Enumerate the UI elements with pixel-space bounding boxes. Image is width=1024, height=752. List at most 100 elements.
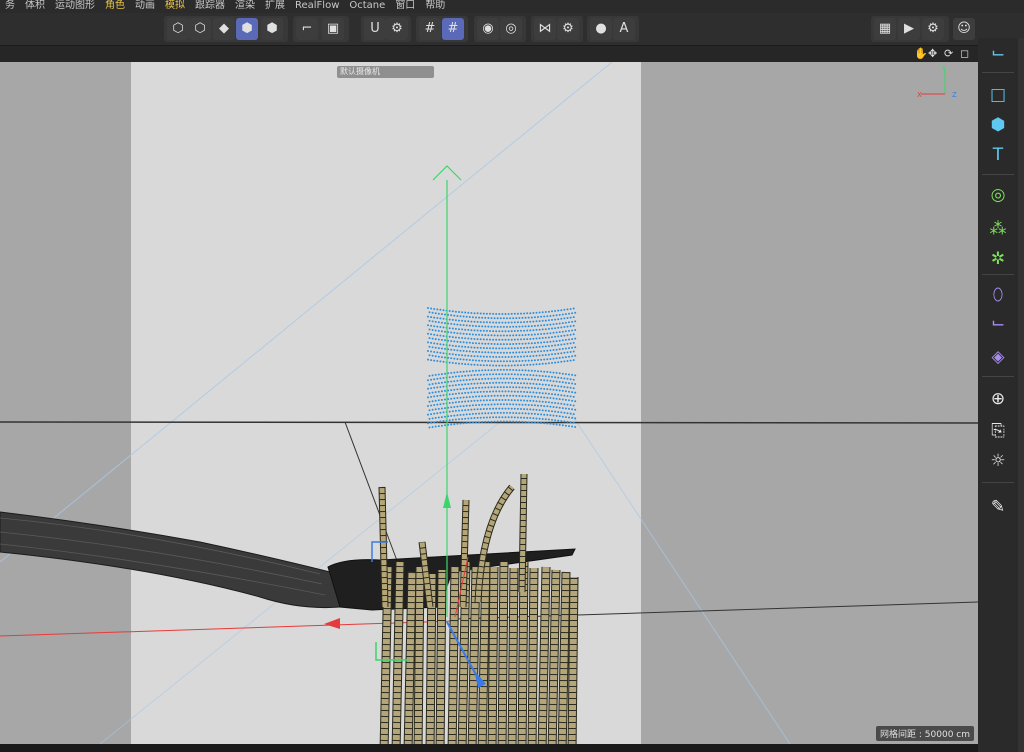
mograph-matrix-icon[interactable]: ⁂ — [985, 216, 1011, 242]
particle — [540, 413, 543, 416]
particle — [475, 333, 477, 336]
rotate-view-icon[interactable]: ⟳ — [944, 47, 953, 60]
particle — [468, 359, 471, 361]
camera-icon[interactable]: ⎘ — [985, 418, 1011, 444]
particle — [462, 370, 465, 373]
record-button[interactable]: ◉ — [477, 18, 499, 40]
particle — [434, 416, 437, 419]
render-settings-button[interactable]: ⚙ — [922, 18, 944, 40]
menu-item[interactable]: Octane — [349, 0, 385, 11]
noodle-strand — [414, 566, 424, 744]
pan-icon[interactable]: ✋ — [914, 47, 928, 60]
particle — [498, 416, 501, 419]
particle — [540, 379, 543, 381]
cube-icon[interactable]: ⬢ — [985, 112, 1011, 138]
gear-effector-icon[interactable]: ✲ — [985, 246, 1011, 272]
particle — [513, 312, 516, 315]
particle — [462, 413, 465, 416]
menu-item[interactable]: 跟踪器 — [195, 0, 225, 11]
menu-item[interactable]: 窗口 — [395, 0, 415, 11]
render-picture-viewer-button[interactable]: ▶ — [898, 18, 920, 40]
menu-item[interactable]: 渲染 — [235, 0, 255, 11]
particle — [547, 392, 550, 395]
autokey-button[interactable]: ◎ — [500, 18, 522, 40]
particle — [554, 353, 557, 355]
particle — [465, 341, 468, 344]
menu-item[interactable]: 务 — [5, 0, 15, 11]
polygons-mode-button[interactable]: ◆ — [213, 18, 235, 40]
particle — [433, 325, 436, 328]
particle — [453, 349, 456, 351]
light-icon[interactable]: ☼ — [985, 448, 1011, 474]
move-view-icon[interactable]: ✥ — [928, 47, 937, 60]
particle — [541, 375, 544, 377]
particle — [549, 332, 552, 335]
user-account-button[interactable]: ☺ — [953, 18, 975, 40]
particle — [458, 311, 460, 313]
symmetry-settings-button[interactable]: ⚙ — [557, 18, 579, 40]
octane-a-button[interactable]: A — [613, 18, 635, 40]
particle — [512, 369, 515, 371]
menu-item[interactable]: 模拟 — [165, 0, 185, 11]
particle — [496, 403, 499, 406]
texture-mode-button[interactable]: ⬢ — [261, 18, 283, 40]
particle — [516, 407, 519, 410]
particle — [495, 330, 498, 333]
attribute-panel-edge — [1018, 38, 1024, 752]
points-mode-button[interactable]: ⬡ — [167, 18, 189, 40]
particle — [507, 390, 510, 393]
menu-item[interactable]: 角色 — [105, 0, 125, 11]
spline-icon[interactable]: ⌙ — [985, 310, 1011, 336]
particle — [430, 341, 433, 344]
symmetry-button[interactable]: ⋈ — [534, 18, 556, 40]
particle — [538, 354, 541, 357]
model-mode-button[interactable]: ⬢ — [236, 18, 258, 40]
cloner-icon[interactable]: ◎ — [985, 182, 1011, 208]
particle — [518, 412, 521, 415]
particle — [551, 393, 553, 396]
particle — [479, 382, 482, 385]
particle — [484, 420, 487, 423]
particle — [493, 317, 496, 320]
field-icon[interactable]: ◈ — [985, 344, 1011, 370]
viewport-solo-button[interactable]: ▣ — [322, 18, 344, 40]
camera-label[interactable]: 默认摄像机 — [337, 66, 434, 78]
snap-settings-button[interactable]: ⚙ — [386, 18, 408, 40]
particle — [433, 404, 436, 406]
particle — [574, 417, 577, 420]
null-object-icon[interactable]: ⌙ — [985, 40, 1011, 66]
particle — [558, 313, 561, 316]
render-view-button[interactable]: ▦ — [874, 18, 896, 40]
3d-viewport[interactable]: 默认摄像机 Y X Z 网格间距 : 50000 cm — [0, 62, 978, 744]
particle — [516, 373, 519, 376]
menu-item[interactable]: RealFlow — [295, 0, 339, 11]
deformer-icon[interactable]: ⬯ — [985, 282, 1011, 308]
edit-icon[interactable]: ✎ — [985, 494, 1011, 520]
workplane-button[interactable]: # — [419, 18, 441, 40]
particle — [456, 315, 459, 317]
particle — [454, 336, 457, 339]
menu-item[interactable]: 体积 — [25, 0, 45, 11]
menu-item[interactable]: 运动图形 — [55, 0, 95, 11]
menu-item[interactable]: 扩展 — [265, 0, 285, 11]
environment-icon[interactable]: ⊕ — [985, 386, 1011, 412]
axis-mode-button[interactable]: ⌐ — [296, 18, 318, 40]
octane-button[interactable]: ● — [590, 18, 612, 40]
grid-snap-button[interactable]: # — [442, 18, 464, 40]
snap-button[interactable]: U — [364, 18, 386, 40]
maximize-view-icon[interactable]: ◻ — [960, 47, 969, 60]
particle — [442, 309, 445, 312]
menu-item[interactable]: 动画 — [135, 0, 155, 11]
text-icon[interactable]: T — [985, 142, 1011, 168]
menu-item[interactable]: 帮助 — [425, 0, 445, 11]
particle — [428, 400, 431, 403]
cube-outline-icon[interactable]: □ — [985, 82, 1011, 108]
particle — [437, 407, 440, 410]
particle — [557, 352, 560, 355]
particle — [555, 414, 558, 417]
particle — [513, 321, 516, 324]
edges-mode-button[interactable]: ⬡ — [189, 18, 211, 40]
particle — [535, 354, 538, 357]
particle — [568, 321, 570, 324]
particle — [434, 408, 437, 411]
